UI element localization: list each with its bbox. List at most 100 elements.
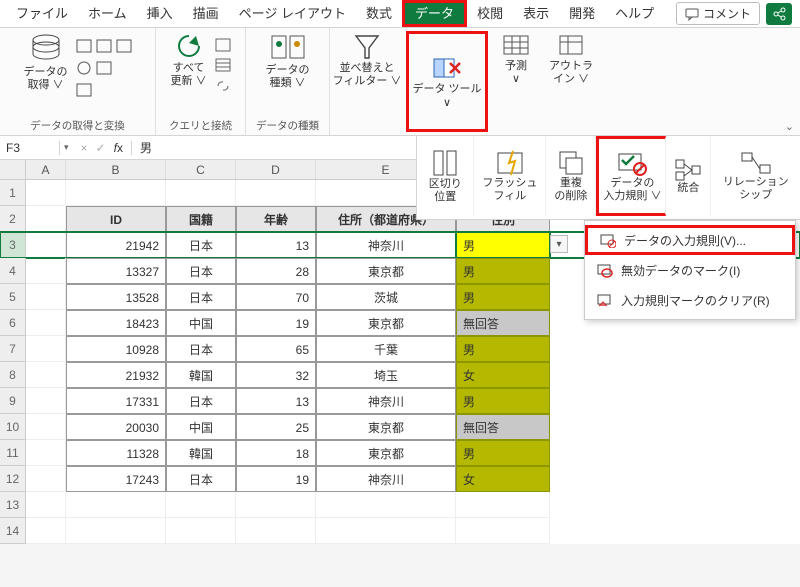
tab-formula[interactable]: 数式 — [356, 3, 402, 24]
from-web-icon[interactable] — [76, 60, 132, 76]
cell-age[interactable]: 13 — [236, 232, 316, 258]
row-header[interactable]: 2 — [0, 206, 26, 232]
cell-addr[interactable]: 埼玉 — [316, 362, 456, 388]
cell-id[interactable]: 20030 — [66, 414, 166, 440]
cell-sex[interactable]: 無回答 — [456, 414, 550, 440]
cell-age[interactable]: 65 — [236, 336, 316, 362]
cell-sex[interactable]: 無回答 — [456, 310, 550, 336]
tab-insert[interactable]: 挿入 — [137, 3, 183, 24]
row-header[interactable]: 11 — [0, 440, 26, 466]
cell-addr[interactable]: 千葉 — [316, 336, 456, 362]
row-header[interactable]: 14 — [0, 518, 26, 544]
col-B[interactable]: B — [66, 160, 166, 179]
cell-nat[interactable]: 中国 — [166, 414, 236, 440]
cell-addr[interactable]: 東京都 — [316, 258, 456, 284]
cell-id[interactable]: 17331 — [66, 388, 166, 414]
cell-addr[interactable]: 東京都 — [316, 310, 456, 336]
cell-nat[interactable]: 日本 — [166, 336, 236, 362]
edit-links-icon[interactable] — [215, 78, 231, 92]
tab-data[interactable]: データ — [402, 0, 467, 27]
menu-circle-invalid[interactable]: 無効データのマーク(I) — [585, 255, 795, 285]
cell-sex[interactable]: 女 — [456, 466, 550, 492]
cell-nat[interactable]: 日本 — [166, 258, 236, 284]
cell-age[interactable]: 13 — [236, 388, 316, 414]
cell-id[interactable]: 13327 — [66, 258, 166, 284]
cell-age[interactable]: 19 — [236, 466, 316, 492]
refresh-all-button[interactable]: すべて 更新 ∨ — [170, 32, 206, 88]
col-C[interactable]: C — [166, 160, 236, 179]
cell-nat[interactable]: 韓国 — [166, 362, 236, 388]
col-D[interactable]: D — [236, 160, 316, 179]
cell-sex[interactable]: 男 — [456, 336, 550, 362]
tab-draw[interactable]: 描画 — [183, 3, 229, 24]
consolidate-button[interactable]: 統合 — [666, 136, 711, 216]
cell-nat[interactable]: 日本 — [166, 466, 236, 492]
cell-nat[interactable]: 韓国 — [166, 440, 236, 466]
relationships-button[interactable]: リレーションシップ — [711, 136, 800, 216]
data-types-button[interactable]: データの 種類 ∨ — [266, 32, 310, 90]
cell-age[interactable]: 25 — [236, 414, 316, 440]
tab-home[interactable]: ホーム — [78, 3, 137, 24]
cell-id[interactable]: 21942 — [66, 232, 166, 258]
cell-sex[interactable]: 男 — [456, 232, 550, 258]
tab-dev[interactable]: 開発 — [559, 3, 605, 24]
tab-review[interactable]: 校閲 — [467, 3, 513, 24]
cell-id[interactable]: 10928 — [66, 336, 166, 362]
cell-addr[interactable]: 神奈川 — [316, 232, 456, 258]
cell-nat[interactable]: 日本 — [166, 284, 236, 310]
cell-age[interactable]: 32 — [236, 362, 316, 388]
fx-icon[interactable]: fx — [114, 141, 123, 155]
cell-sex[interactable]: 男 — [456, 258, 550, 284]
from-file-icon[interactable] — [76, 38, 132, 54]
cell-addr[interactable]: 茨城 — [316, 284, 456, 310]
cell-nat[interactable]: 日本 — [166, 388, 236, 414]
row-header[interactable]: 9 — [0, 388, 26, 414]
text-to-columns-button[interactable]: 区切り位置 — [417, 136, 474, 216]
cell-id[interactable]: 21932 — [66, 362, 166, 388]
row-header[interactable]: 12 — [0, 466, 26, 492]
from-table-icon[interactable] — [76, 82, 112, 98]
tab-help[interactable]: ヘルプ — [605, 3, 664, 24]
queries-icon[interactable] — [215, 38, 231, 52]
cell-id[interactable]: 13528 — [66, 284, 166, 310]
outline-button[interactable]: アウトラ イン ∨ — [549, 32, 593, 86]
cell-addr[interactable]: 東京都 — [316, 440, 456, 466]
menu-clear-circles[interactable]: 入力規則マークのクリア(R) — [585, 285, 795, 315]
cell-age[interactable]: 28 — [236, 258, 316, 284]
data-tools-button[interactable]: データ ツール ∨ — [412, 53, 481, 109]
flash-fill-button[interactable]: フラッシュ フィル — [474, 136, 546, 216]
forecast-button[interactable]: 予測 ∨ — [501, 32, 531, 86]
menu-data-validation[interactable]: データの入力規則(V)... — [585, 225, 795, 255]
cell-addr[interactable]: 神奈川 — [316, 388, 456, 414]
select-all-corner[interactable] — [0, 160, 26, 180]
tab-layout[interactable]: ページ レイアウト — [229, 3, 356, 24]
dropdown-handle-icon[interactable]: ▾ — [550, 235, 568, 253]
enter-icon[interactable]: ✓ — [96, 141, 106, 155]
cell-age[interactable]: 19 — [236, 310, 316, 336]
cell-addr[interactable]: 神奈川 — [316, 466, 456, 492]
name-box[interactable]: F3 — [0, 141, 60, 155]
row-header[interactable]: 3 — [0, 232, 26, 258]
cell-sex[interactable]: 女 — [456, 362, 550, 388]
row-header[interactable]: 6 — [0, 310, 26, 336]
cell-addr[interactable]: 東京都 — [316, 414, 456, 440]
row-header[interactable]: 8 — [0, 362, 26, 388]
get-data-button[interactable]: データの 取得 ∨ — [24, 32, 68, 92]
cell-nat[interactable]: 中国 — [166, 310, 236, 336]
cell-sex[interactable]: 男 — [456, 440, 550, 466]
data-validation-button[interactable]: データの 入力規則 ∨ — [596, 136, 666, 216]
sort-filter-button[interactable]: 並べ替えと フィルター ∨ — [333, 32, 402, 88]
cell-sex[interactable]: 男 — [456, 284, 550, 310]
tab-file[interactable]: ファイル — [6, 3, 78, 24]
cell-sex[interactable]: 男 — [456, 388, 550, 414]
row-header[interactable]: 1 — [0, 180, 26, 206]
row-header[interactable]: 5 — [0, 284, 26, 310]
col-A[interactable]: A — [26, 160, 66, 179]
tab-view[interactable]: 表示 — [513, 3, 559, 24]
properties-icon[interactable] — [215, 58, 231, 72]
cancel-icon[interactable]: × — [81, 141, 88, 155]
row-header[interactable]: 4 — [0, 258, 26, 284]
comments-button[interactable]: コメント — [676, 2, 760, 25]
cell-id[interactable]: 18423 — [66, 310, 166, 336]
cell-age[interactable]: 18 — [236, 440, 316, 466]
